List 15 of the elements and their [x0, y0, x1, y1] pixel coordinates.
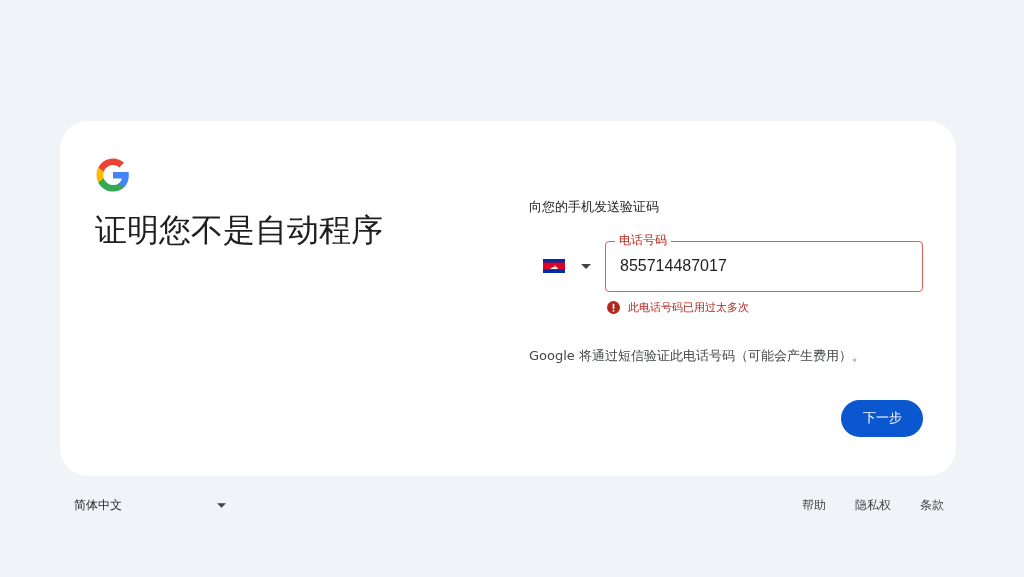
language-selector[interactable]: 简体中文: [74, 496, 226, 514]
next-button[interactable]: 下一步: [841, 399, 923, 437]
error-icon: [607, 301, 620, 315]
page-heading: 证明您不是自动程序: [95, 211, 384, 250]
notice-text: Google 将通过短信验证此电话号码（可能会产生费用）。: [529, 347, 866, 365]
footer-link[interactable]: 帮助: [802, 496, 826, 514]
footer-link[interactable]: 条款: [920, 496, 944, 514]
prompt-text: 向您的手机发送验证码: [529, 198, 660, 216]
footer-link[interactable]: 隐私权: [855, 496, 891, 514]
caret-icon: [217, 502, 226, 508]
field-label: 电话号码: [615, 231, 671, 248]
error-message: 此电话号码已用过太多次: [628, 299, 749, 316]
google-logo: [95, 157, 131, 193]
caret-icon: [581, 263, 591, 269]
flag-icon: [543, 259, 565, 273]
